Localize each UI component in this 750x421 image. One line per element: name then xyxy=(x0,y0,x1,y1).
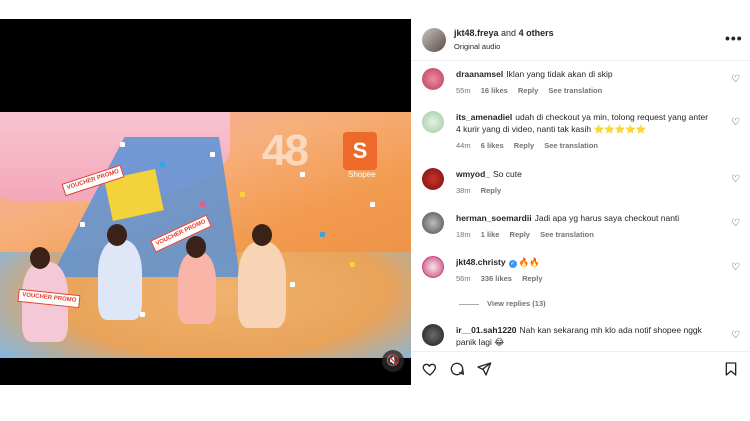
author-username[interactable]: jkt48.freya xyxy=(454,28,499,38)
reply-button[interactable]: Reply xyxy=(510,230,530,239)
comment-list[interactable]: draanamsel Iklan yang tidak akan di skip … xyxy=(411,61,750,351)
comment-time: 55m xyxy=(456,86,471,95)
video-frame[interactable]: 48 S Shopee VOUCHER PROMO VOUCHER PROMO … xyxy=(0,112,411,358)
verified-badge-icon: ✓ xyxy=(508,260,517,268)
bookmark-icon[interactable] xyxy=(723,361,739,377)
reply-button[interactable]: Reply xyxy=(514,141,534,150)
send-icon[interactable] xyxy=(476,361,492,377)
view-replies-button[interactable]: View replies (13) xyxy=(459,299,546,308)
more-horizontal-icon[interactable]: ••• xyxy=(725,30,743,46)
see-translation-link[interactable]: See translation xyxy=(548,86,602,95)
comment-time: 38m xyxy=(456,186,471,195)
avatar[interactable] xyxy=(422,168,444,190)
video-player[interactable]: 48 S Shopee VOUCHER PROMO VOUCHER PROMO … xyxy=(0,19,411,385)
audio-link[interactable]: Original audio xyxy=(454,42,500,51)
shopee-logo: S xyxy=(343,132,377,170)
heart-icon[interactable]: ♡ xyxy=(731,263,741,273)
see-translation-link[interactable]: See translation xyxy=(544,141,598,150)
comment-icon[interactable] xyxy=(449,361,465,377)
comment-likes[interactable]: 336 likes xyxy=(481,274,512,283)
reply-button[interactable]: Reply xyxy=(522,274,542,283)
comment-text: So cute xyxy=(493,169,522,179)
avatar[interactable] xyxy=(422,111,444,133)
comment-likes[interactable]: 6 likes xyxy=(481,141,504,150)
heart-icon[interactable]: ♡ xyxy=(731,118,741,128)
comment-text: 🔥🔥 xyxy=(518,257,540,267)
avatar[interactable] xyxy=(422,212,444,234)
comment-username[interactable]: herman_soemardii xyxy=(456,213,532,223)
heart-icon[interactable]: ♡ xyxy=(731,175,741,185)
see-translation-link[interactable]: See translation xyxy=(540,230,594,239)
collab-others-link[interactable]: 4 others xyxy=(519,28,554,38)
comment-username[interactable]: draanamsel xyxy=(456,69,503,79)
comment-likes[interactable]: 1 like xyxy=(481,230,500,239)
comment-username[interactable]: jkt48.christy xyxy=(456,257,506,267)
comment-time: 56m xyxy=(456,274,471,283)
heart-icon[interactable]: ♡ xyxy=(731,219,741,229)
post-side-panel: jkt48.freya and 4 others Original audio … xyxy=(411,19,750,385)
comment-username[interactable]: wmyod_ xyxy=(456,169,490,179)
collab-connector: and xyxy=(501,28,517,38)
speaker-muted-icon[interactable]: 🔇 xyxy=(382,350,404,372)
avatar[interactable] xyxy=(422,68,444,90)
heart-icon[interactable]: ♡ xyxy=(731,331,741,341)
avatar[interactable] xyxy=(422,324,444,346)
reply-button[interactable]: Reply xyxy=(518,86,538,95)
post-header: jkt48.freya and 4 others Original audio … xyxy=(411,19,750,61)
comment-text: Iklan yang tidak akan di skip xyxy=(506,69,613,79)
shopee-brand-text: Shopee xyxy=(348,170,376,179)
instagram-post-modal: 48 S Shopee VOUCHER PROMO VOUCHER PROMO … xyxy=(0,0,750,421)
reply-button[interactable]: Reply xyxy=(481,186,501,195)
comment-username[interactable]: ir__01.sah1220 xyxy=(456,325,517,335)
comment-likes[interactable]: 16 likes xyxy=(481,86,508,95)
comment-time: 44m xyxy=(456,141,471,150)
comment-text: Jadi apa yg harus saya checkout nanti xyxy=(534,213,680,223)
avatar[interactable] xyxy=(422,256,444,278)
comment-time: 18m xyxy=(456,230,471,239)
avatar[interactable] xyxy=(422,28,446,52)
heart-icon[interactable]: ♡ xyxy=(731,75,741,85)
heart-icon[interactable] xyxy=(422,361,438,377)
action-bar xyxy=(411,351,750,385)
comment-username[interactable]: its_amenadiel xyxy=(456,112,512,122)
